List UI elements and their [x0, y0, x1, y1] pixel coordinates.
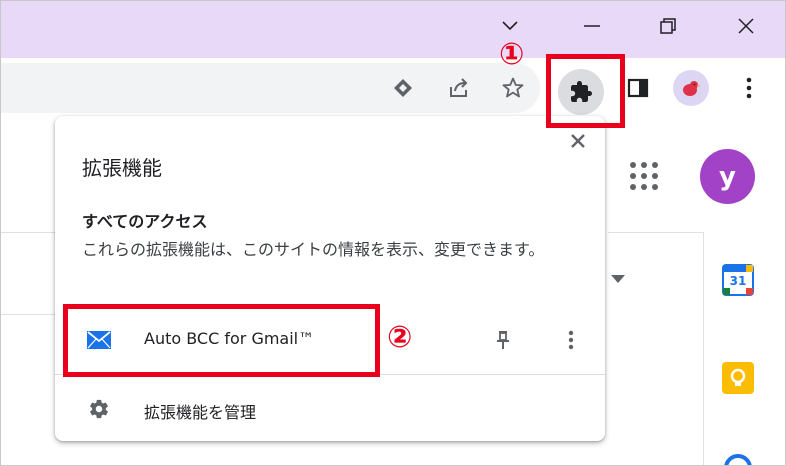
page-divider	[0, 232, 60, 233]
gear-icon	[88, 398, 110, 424]
restore-icon[interactable]	[648, 10, 688, 42]
extensions-menu-popup: 拡張機能 すべてのアクセス これらの拡張機能は、このサイトの情報を表示、変更でき…	[55, 116, 605, 441]
side-panel-border	[703, 232, 704, 466]
calendar-day-label: 31	[729, 274, 747, 288]
manage-extensions-row[interactable]: 拡張機能を管理	[55, 386, 605, 434]
side-panel-icon[interactable]	[622, 72, 654, 104]
annotation-marker-2: ②	[387, 320, 413, 355]
close-icon[interactable]	[565, 128, 591, 154]
full-access-description: これらの拡張機能は、このサイトの情報を表示、変更できます。	[82, 240, 545, 259]
page-divider	[608, 232, 704, 233]
annotation-box-extension-row	[63, 304, 380, 377]
account-avatar[interactable]: y	[700, 149, 755, 204]
minimize-icon[interactable]	[572, 10, 612, 42]
window-titlebar	[0, 0, 786, 58]
google-calendar-icon[interactable]: 31	[722, 264, 754, 296]
extensions-menu-title: 拡張機能	[82, 156, 162, 180]
page-divider	[0, 314, 60, 315]
annotation-box-extensions-button	[546, 54, 625, 128]
profile-avatar[interactable]	[673, 70, 709, 106]
full-access-heading: すべてのアクセス	[82, 212, 208, 231]
annotation-marker-1: ①	[499, 37, 525, 72]
partial-side-icon	[722, 452, 754, 466]
google-keep-icon[interactable]	[722, 362, 754, 394]
bird-avatar-icon	[683, 81, 701, 96]
manage-extensions-label: 拡張機能を管理	[144, 403, 257, 422]
dropdown-caret-icon[interactable]	[611, 268, 625, 287]
chrome-menu-icon[interactable]	[733, 72, 765, 104]
google-apps-icon[interactable]	[628, 160, 660, 196]
close-window-icon[interactable]	[726, 10, 766, 42]
extension-more-icon[interactable]	[561, 328, 581, 352]
share-icon[interactable]	[443, 72, 475, 104]
pin-icon[interactable]	[491, 328, 515, 352]
bookmark-star-icon[interactable]	[497, 72, 529, 104]
lens-icon[interactable]	[387, 72, 419, 104]
browser-toolbar	[0, 58, 786, 120]
